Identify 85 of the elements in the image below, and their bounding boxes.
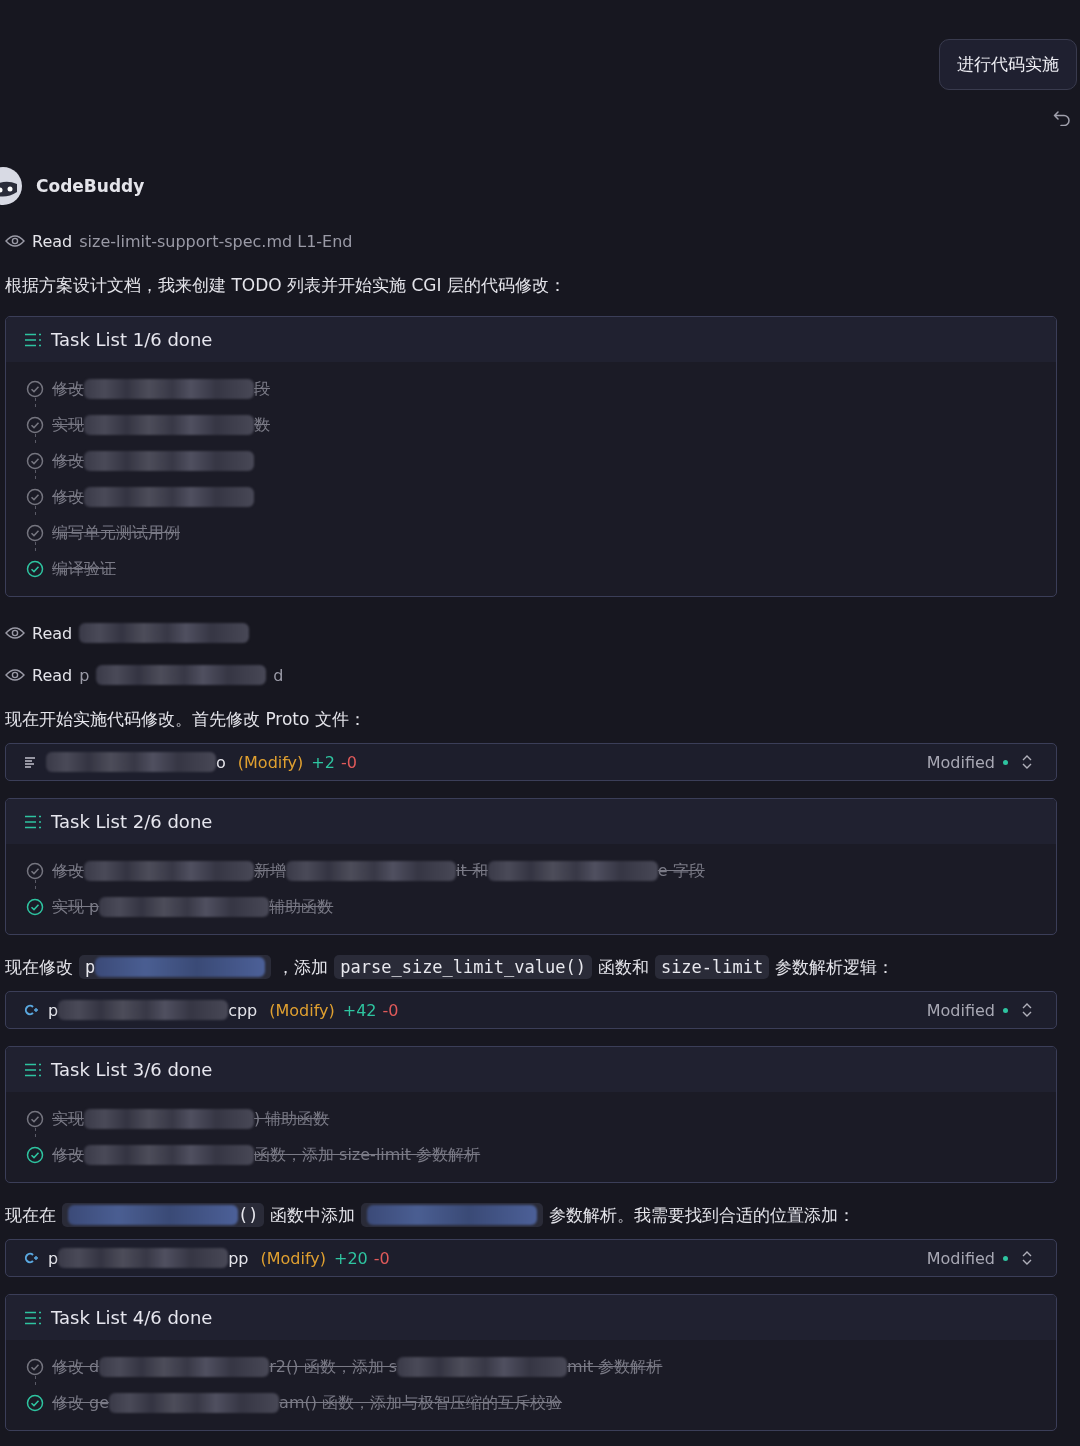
list-icon — [24, 1310, 42, 1325]
file-change-bar[interactable]: p cpp (Modify) +42 -0 Modified — [5, 991, 1057, 1029]
expand-icon[interactable] — [1022, 1250, 1032, 1266]
file-name: p — [48, 1000, 59, 1020]
task-text: 实现 p — [52, 896, 100, 918]
change-action: (Modify) — [260, 1248, 326, 1268]
file-name: cpp — [228, 1000, 258, 1020]
message-text: ，添加 — [277, 955, 329, 979]
list-icon — [24, 814, 42, 829]
message-text: 现在修改 — [5, 955, 73, 979]
file-name: p — [79, 665, 90, 685]
task-text: mit 参数解析 — [567, 1356, 663, 1378]
status-dot — [1003, 759, 1008, 765]
expand-icon[interactable] — [1022, 754, 1032, 770]
task-text: ) 辅助函数 — [254, 1108, 330, 1130]
change-action: (Modify) — [269, 1000, 335, 1020]
lines-removed: -0 — [373, 1248, 390, 1268]
message-text: 现在在 — [5, 1203, 56, 1227]
status-text: Modified — [926, 1000, 995, 1020]
message-text: 现在开始实施代码修改。首先修改 Proto 文件： — [5, 707, 366, 731]
file-name: d — [273, 665, 284, 685]
task-text: 新增 — [254, 860, 286, 882]
eye-icon — [5, 626, 25, 640]
file-name: size-limit-support-spec.md L1-End — [79, 231, 353, 251]
message-text: 函数和 — [597, 955, 649, 979]
task-text: 编写单元测试用例 — [52, 522, 180, 544]
cpp-file-icon — [24, 1003, 38, 1017]
task-text: 修改 — [52, 486, 84, 508]
lines-removed: -0 — [382, 1000, 399, 1020]
code-text: size-limit — [660, 957, 764, 977]
status-text: Modified — [926, 1248, 995, 1268]
list-icon — [24, 1062, 42, 1077]
assistant-name: CodeBuddy — [36, 176, 145, 196]
code-text: () — [238, 1205, 259, 1225]
read-label: Read — [32, 665, 73, 685]
task-list-title: Task List 3/6 done — [51, 1059, 213, 1080]
task-list-title: Task List 4/6 done — [51, 1307, 213, 1328]
text-file-icon — [24, 756, 36, 768]
task-text: 修改 — [52, 1144, 84, 1166]
status-dot — [1003, 1007, 1008, 1013]
user-message: 进行代码实施 — [939, 39, 1077, 90]
change-action: (Modify) — [237, 752, 304, 772]
task-list-title: Task List 1/6 done — [51, 329, 213, 350]
task-text: 修改 ge — [52, 1392, 110, 1414]
task-text: am() 函数，添加与极智压缩的互斥校验 — [279, 1392, 563, 1414]
message-text: 参数解析逻辑： — [775, 955, 895, 979]
lines-added: +42 — [342, 1000, 377, 1020]
status-dot — [1003, 1255, 1008, 1261]
lines-added: +2 — [311, 752, 335, 772]
eye-icon — [5, 234, 25, 248]
task-text: 编译验证 — [52, 558, 116, 580]
list-icon — [24, 332, 42, 347]
task-text: e 字段 — [657, 860, 705, 882]
task-text: 函数，添加 size-limit 参数解析 — [254, 1144, 481, 1166]
code-text: parse_size_limit_value() — [340, 957, 586, 977]
eye-icon — [5, 668, 25, 682]
message-text: 根据方案设计文档，我来创建 TODO 列表并开始实施 CGI 层的代码修改： — [5, 273, 566, 297]
read-label: Read — [32, 623, 73, 643]
lines-added: +20 — [333, 1248, 368, 1268]
task-text: 实现 — [52, 1108, 84, 1130]
task-text: 修改 — [52, 450, 84, 472]
task-text: 段 — [254, 378, 270, 400]
task-list-title: Task List 2/6 done — [51, 811, 213, 832]
code-text: p — [85, 957, 96, 977]
task-text: r2() 函数，添加 s — [269, 1356, 397, 1378]
file-name: p — [48, 1248, 59, 1268]
task-text: 修改 — [52, 860, 84, 882]
file-name: o — [216, 752, 226, 772]
task-text: 修改 d — [52, 1356, 100, 1378]
message-text: 参数解析。我需要找到合适的位置添加： — [549, 1203, 856, 1227]
cpp-file-icon — [24, 1251, 38, 1265]
expand-icon[interactable] — [1022, 1002, 1032, 1018]
status-text: Modified — [926, 752, 995, 772]
message-text: 函数中添加 — [270, 1203, 356, 1227]
lines-removed: -0 — [340, 752, 357, 772]
task-text: 实现 — [52, 414, 84, 436]
file-change-bar[interactable]: p pp (Modify) +20 -0 Modified — [5, 1239, 1057, 1277]
undo-icon[interactable] — [1053, 110, 1071, 126]
read-label: Read — [32, 231, 73, 251]
file-name: pp — [228, 1248, 249, 1268]
task-text: 辅助函数 — [269, 896, 334, 918]
task-text: it 和 — [456, 860, 488, 882]
task-text: 修改 — [52, 378, 84, 400]
task-text: 数 — [254, 414, 270, 436]
file-change-bar[interactable]: o (Modify) +2 -0 Modified — [5, 743, 1057, 781]
